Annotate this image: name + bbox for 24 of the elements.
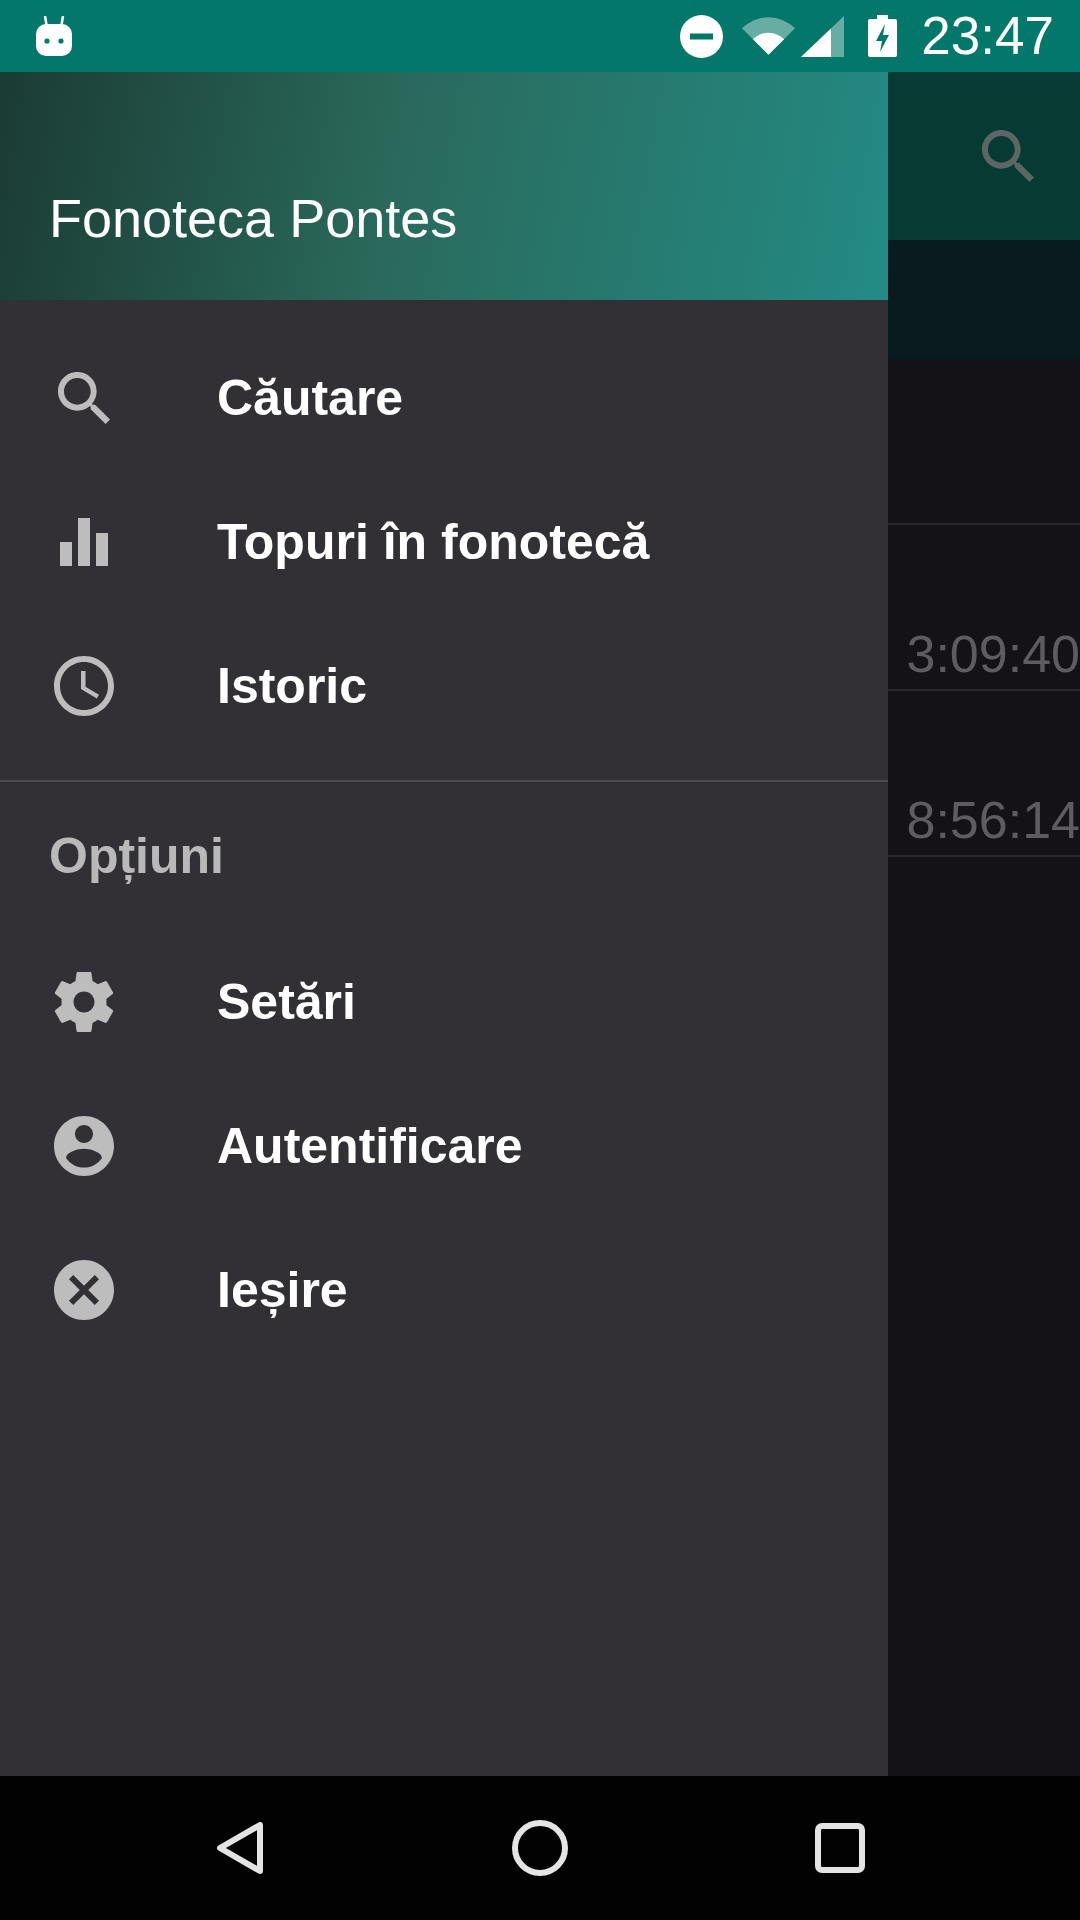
wifi-icon [742,17,796,55]
time-text: 8:56:14 [906,790,1080,850]
search-icon [58,372,110,424]
menu-item[interactable]: Topuri în fonotecă [0,470,888,614]
time-text: 3:09:40 [906,624,1080,684]
menu-item[interactable]: Căutare [0,326,888,470]
bar-chart-icon [60,518,108,566]
menu-item[interactable]: Autentificare [0,1074,888,1218]
clock-time: 23:47 [921,6,1054,66]
recents-icon [815,1823,865,1873]
menu-item[interactable]: Ieșire [0,1218,888,1362]
menu-item[interactable]: Setări [0,930,888,1074]
drawer-title: Fonoteca Pontes [49,187,458,250]
settings-icon [55,972,113,1032]
search-icon [982,130,1034,182]
signal-icon [801,15,845,57]
section-header: Opțiuni [49,827,224,886]
home-icon [512,1820,568,1876]
do-not-disturb-icon [680,14,724,58]
robot-icon [36,16,72,56]
back-icon [217,1822,263,1874]
clock-icon [54,656,114,716]
battery-charging-icon [868,15,898,57]
menu-item[interactable]: Istoric [0,614,888,758]
